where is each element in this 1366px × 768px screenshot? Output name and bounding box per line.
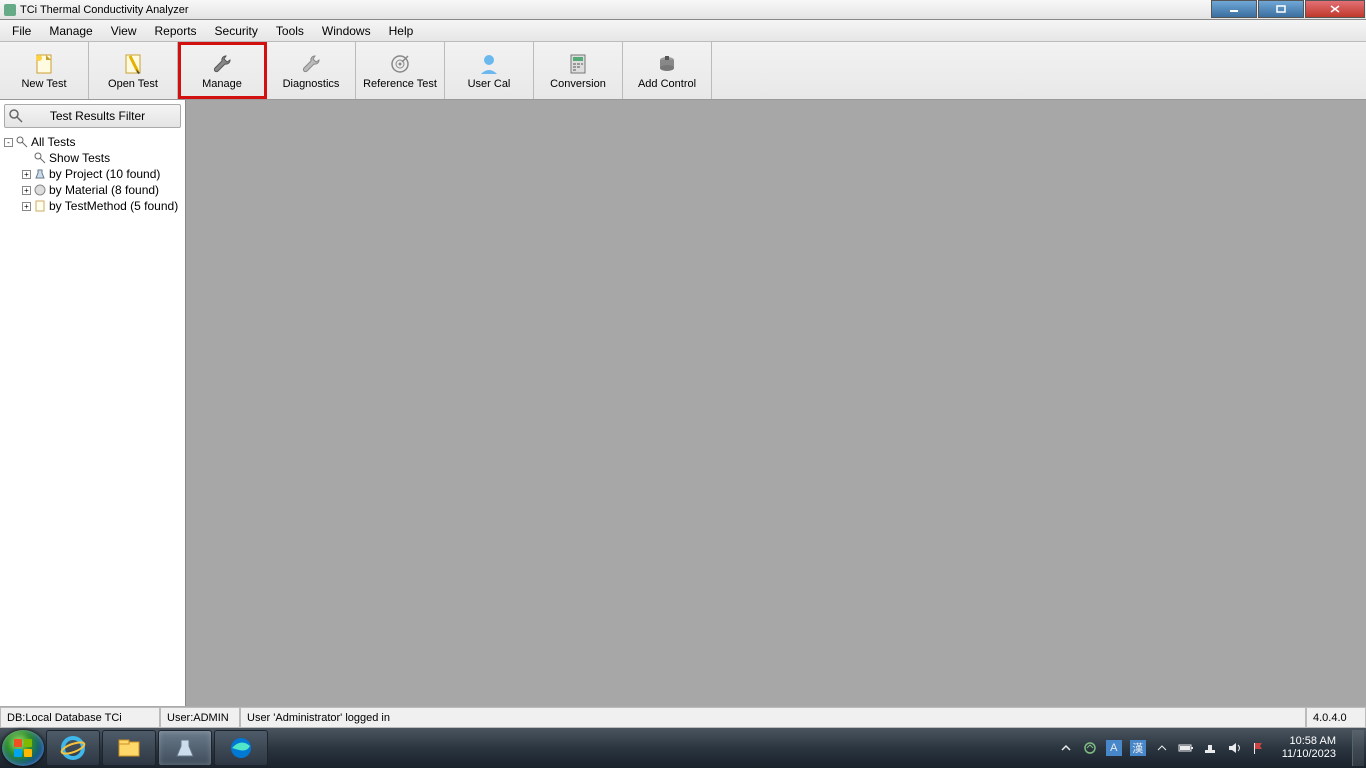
conversion-button[interactable]: Conversion: [534, 42, 623, 99]
toolbar-label: Conversion: [550, 78, 606, 90]
sidebar: Test Results Filter - All Tests - Show T…: [0, 100, 186, 706]
calculator-icon: [566, 52, 590, 76]
document-icon: [33, 199, 47, 213]
system-tray: A 漢: [1058, 740, 1266, 756]
toolbar-label: Reference Test: [363, 78, 437, 90]
diagnostics-icon: [299, 52, 323, 76]
open-test-icon: [121, 52, 145, 76]
tree-label: Show Tests: [49, 151, 110, 165]
menu-file[interactable]: File: [4, 22, 39, 40]
network-icon[interactable]: [1202, 740, 1218, 756]
menubar: File Manage View Reports Security Tools …: [0, 20, 1366, 42]
tree-view: - All Tests - Show Tests + by Project (1…: [0, 132, 185, 216]
menu-manage[interactable]: Manage: [41, 22, 100, 40]
manage-button[interactable]: Manage: [178, 42, 267, 99]
taskbar-explorer[interactable]: [102, 730, 156, 766]
toolbar-label: Add Control: [638, 78, 696, 90]
beaker-icon: [33, 167, 47, 181]
filter-label: Test Results Filter: [29, 109, 180, 123]
tray-up2-icon[interactable]: [1154, 740, 1170, 756]
menu-windows[interactable]: Windows: [314, 22, 379, 40]
status-message: User 'Administrator' logged in: [240, 707, 1306, 728]
taskbar-edge[interactable]: [214, 730, 268, 766]
volume-icon[interactable]: [1226, 740, 1242, 756]
content-area: [186, 100, 1366, 706]
clock-time: 10:58 AM: [1282, 735, 1336, 748]
clock-date: 11/10/2023: [1282, 748, 1336, 761]
menu-tools[interactable]: Tools: [268, 22, 312, 40]
taskbar: A 漢 10:58 AM 11/10/2023: [0, 728, 1366, 768]
open-test-button[interactable]: Open Test: [89, 42, 178, 99]
window-titlebar: TCi Thermal Conductivity Analyzer: [0, 0, 1366, 20]
menu-reports[interactable]: Reports: [147, 22, 205, 40]
user-icon: [477, 52, 501, 76]
ime-a-icon[interactable]: A: [1106, 740, 1122, 756]
tree-label: All Tests: [31, 135, 75, 149]
statusbar: DB:Local Database TCi User:ADMIN User 'A…: [0, 706, 1366, 728]
menu-security[interactable]: Security: [207, 22, 266, 40]
target-icon: [388, 52, 412, 76]
window-title: TCi Thermal Conductivity Analyzer: [20, 4, 189, 16]
toolbar-label: New Test: [21, 78, 66, 90]
close-button[interactable]: [1305, 0, 1365, 18]
status-version: 4.0.4.0: [1306, 707, 1366, 728]
menu-view[interactable]: View: [103, 22, 145, 40]
expand-icon[interactable]: +: [22, 170, 31, 179]
tree-label: by TestMethod (5 found): [49, 199, 178, 213]
maximize-button[interactable]: [1258, 0, 1304, 18]
toolbar-label: User Cal: [468, 78, 511, 90]
minimize-button[interactable]: [1211, 0, 1257, 18]
toolbar-label: Open Test: [108, 78, 158, 90]
toolbar: New Test Open Test Manage Diagnostics Re…: [0, 42, 1366, 100]
window-controls: [1211, 0, 1366, 19]
test-results-filter-header[interactable]: Test Results Filter: [4, 104, 181, 128]
user-cal-button[interactable]: User Cal: [445, 42, 534, 99]
taskbar-ie[interactable]: [46, 730, 100, 766]
tree-label: by Material (8 found): [49, 183, 159, 197]
main-area: Test Results Filter - All Tests - Show T…: [0, 100, 1366, 706]
toolbar-label: Manage: [202, 78, 242, 90]
expand-icon[interactable]: +: [22, 186, 31, 195]
tree-item-by-material[interactable]: + by Material (8 found): [2, 182, 183, 198]
new-test-button[interactable]: New Test: [0, 42, 89, 99]
magnify-icon: [9, 109, 23, 123]
menu-help[interactable]: Help: [381, 22, 422, 40]
diagnostics-button[interactable]: Diagnostics: [267, 42, 356, 99]
status-db: DB:Local Database TCi: [0, 707, 160, 728]
control-icon: [655, 52, 679, 76]
tray-up-icon[interactable]: [1058, 740, 1074, 756]
material-icon: [33, 183, 47, 197]
tree-root[interactable]: - All Tests: [2, 134, 183, 150]
reference-test-button[interactable]: Reference Test: [356, 42, 445, 99]
new-test-icon: [32, 52, 56, 76]
tree-item-show-tests[interactable]: - Show Tests: [2, 150, 183, 166]
tree-item-by-project[interactable]: + by Project (10 found): [2, 166, 183, 182]
app-icon: [4, 4, 16, 16]
tree-label: by Project (10 found): [49, 167, 160, 181]
wrench-icon: [210, 52, 234, 76]
tray-action-icon[interactable]: [1082, 740, 1098, 756]
start-button[interactable]: [2, 730, 44, 766]
show-desktop-button[interactable]: [1352, 730, 1364, 766]
flag-icon[interactable]: [1250, 740, 1266, 756]
collapse-icon[interactable]: -: [4, 138, 13, 147]
ime-lang-icon[interactable]: 漢: [1130, 740, 1146, 756]
taskbar-app[interactable]: [158, 730, 212, 766]
add-control-button[interactable]: Add Control: [623, 42, 712, 99]
expand-icon[interactable]: +: [22, 202, 31, 211]
battery-icon[interactable]: [1178, 740, 1194, 756]
toolbar-label: Diagnostics: [283, 78, 340, 90]
tree-item-by-testmethod[interactable]: + by TestMethod (5 found): [2, 198, 183, 214]
taskbar-clock[interactable]: 10:58 AM 11/10/2023: [1274, 735, 1344, 761]
status-user: User:ADMIN: [160, 707, 240, 728]
magnify-icon: [33, 151, 47, 165]
magnify-icon: [15, 135, 29, 149]
